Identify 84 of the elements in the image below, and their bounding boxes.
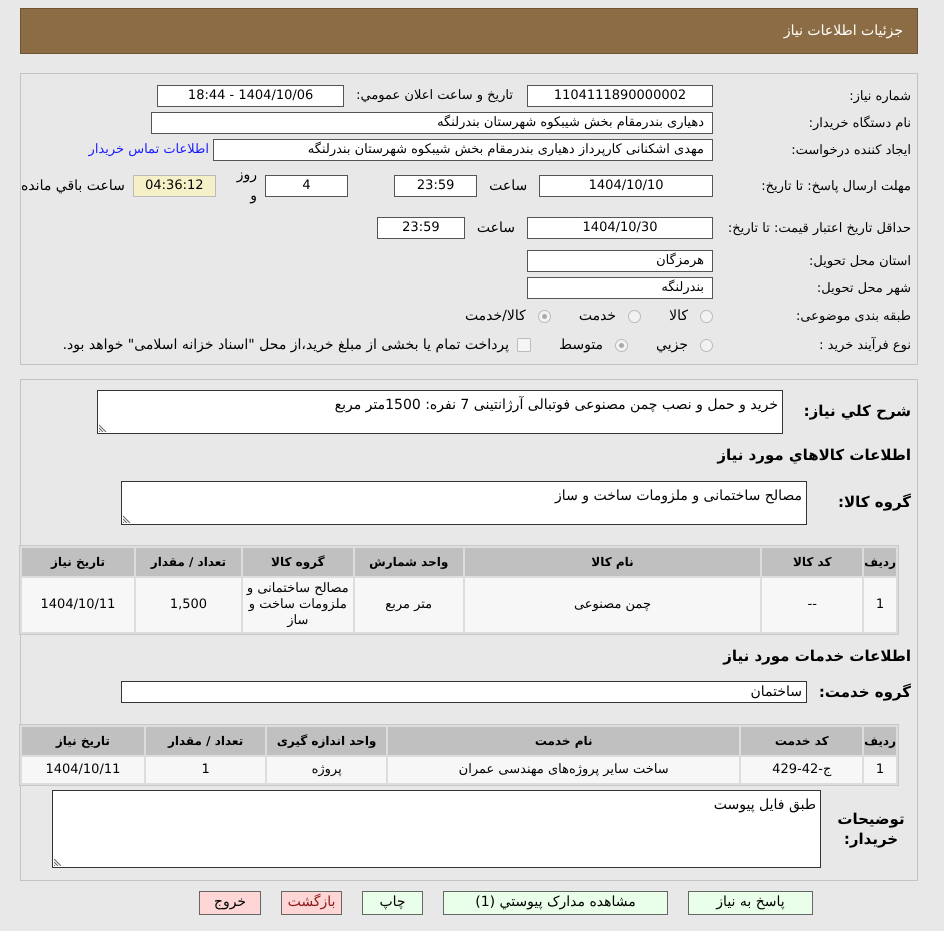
table-cell: 1	[864, 578, 896, 632]
option-label: جزيي	[656, 336, 688, 354]
radio-button[interactable]	[615, 338, 628, 352]
column-header: واحد شمارش	[354, 548, 463, 576]
table-cell: --	[762, 578, 862, 632]
contact-link[interactable]: اطلاعات تماس خریدار	[88, 140, 209, 160]
column-header: تاریخ نیاز	[22, 726, 144, 754]
option-label: کالا/خدمت	[464, 306, 526, 326]
resize-grip-icon[interactable]	[99, 424, 107, 432]
table-cell: 1,500	[136, 578, 241, 632]
option-label: متوسط	[559, 336, 604, 354]
field-label: شرح کلي نياز:	[802, 401, 911, 422]
text-area-value: خرید و حمل و نصب چمن مصنوعی فوتبالی آرژانتینی 7 نفره: 1500متر مربع	[334, 397, 778, 413]
table-cell: 1	[146, 756, 266, 782]
input-field: 1404/10/10	[539, 175, 713, 197]
column-header: نام کالا	[464, 548, 760, 576]
field-label: ساعت	[476, 218, 515, 238]
option-label: خدمت	[578, 306, 616, 326]
action-button[interactable]: بازگشت	[281, 890, 342, 914]
text-area-value: طبق فایل پیوست	[714, 796, 816, 812]
field-label: حداقل تاریخ اعتبار قیمت: تا تاریخ:	[726, 220, 911, 236]
column-header: ردیف	[864, 726, 896, 754]
radio-button[interactable]	[700, 338, 713, 352]
column-header: کد خدمت	[741, 726, 862, 754]
field-label: ساعت	[489, 176, 528, 196]
input-field: 1404/10/06 - 18:44	[157, 85, 344, 107]
checkbox[interactable]	[517, 338, 532, 352]
option-label: کالا	[669, 306, 688, 326]
table-cell: مصالح ساختمانی و ملزومات ساخت و ساز	[242, 578, 353, 632]
column-header: گروه کالا	[242, 548, 353, 576]
treasury-note: پرداخت تمام یا بخشی از مبلغ خرید،از محل "اسناد خزانه اسلامی" خواهد بود.	[62, 336, 510, 354]
table-cell: 1404/10/11	[22, 578, 134, 632]
column-header: تعداد / مقدار	[136, 548, 241, 576]
field-label: گروه کالا:	[837, 492, 911, 514]
resize-grip-icon[interactable]	[54, 858, 62, 866]
field-label: شماره نیاز:	[848, 88, 911, 104]
input-field: 1404/10/30	[527, 217, 713, 239]
field-label: گروه خدمت:	[823, 682, 911, 703]
radio-button[interactable]	[700, 310, 713, 322]
field-label: روز و	[235, 166, 257, 206]
table-cell: 1	[864, 756, 896, 782]
field-label: تاریخ و ساعت اعلان عمومي:	[356, 87, 513, 106]
input-field: 1104111890000002	[527, 85, 713, 107]
table-cell: 1404/10/11	[22, 756, 144, 782]
column-header: نام خدمت	[388, 726, 740, 754]
column-header: تاریخ نیاز	[22, 548, 134, 576]
input-field: 23:59	[376, 217, 465, 239]
field-label: توضیحات خریدار:	[836, 808, 906, 848]
input-field: بندرلنگه	[527, 277, 713, 299]
radio-button[interactable]	[538, 310, 551, 322]
action-button[interactable]: مشاهده مدارک پیوستي (1)	[443, 890, 668, 914]
column-header: کد کالا	[762, 548, 862, 576]
page-title: جزئیات اطلاعات نیاز	[784, 22, 903, 40]
text-area-value: مصالح ساختمانی و ملزومات ساخت و ساز	[555, 488, 802, 504]
table-cell: پروژه	[267, 756, 386, 782]
action-button[interactable]: خروج	[199, 890, 261, 914]
action-button[interactable]: چاپ	[362, 890, 423, 914]
input-field: 4	[265, 175, 348, 197]
table-cell: ج-42-429	[741, 756, 862, 782]
table-cell: چمن مصنوعی	[464, 578, 760, 632]
column-header: ردیف	[864, 548, 896, 576]
field-label: ایجاد کننده درخواست:	[790, 142, 911, 158]
section-heading: اطلاعات کالاهاي مورد نياز	[716, 445, 911, 466]
field-label: طبقه بندی موضوعی:	[794, 308, 911, 324]
input-field: 23:59	[394, 175, 478, 197]
field-label: نوع فرآیند خرید :	[818, 336, 911, 354]
input-field: مهدی اشکنانی کارپرداز دهیاری بندرمقام بخش شیبکوه شهرستان بندرلنگه	[213, 139, 713, 161]
column-header: واحد اندازه گیری	[267, 726, 386, 754]
input-field: دهیاری بندرمقام بخش شیبکوه شهرستان بندرلنگه	[151, 112, 713, 134]
resize-grip-icon[interactable]	[123, 514, 131, 522]
table-cell: ساخت سایر پروژه‌های مهندسی عمران	[388, 756, 740, 782]
column-header: تعداد / مقدار	[146, 726, 266, 754]
field-label: مهلت ارسال پاسخ: تا تاریخ:	[760, 178, 911, 194]
field-label: ساعت باقي مانده	[20, 176, 125, 196]
section-heading: اطلاعات خدمات مورد نياز	[722, 646, 911, 667]
radio-button[interactable]	[628, 310, 642, 322]
field-label: نام دستگاه خریدار:	[808, 114, 911, 132]
field-label: استان محل تحویل:	[808, 252, 911, 270]
table-cell: متر مربع	[354, 578, 463, 632]
field-label: شهر محل تحویل:	[816, 280, 911, 296]
action-button[interactable]: پاسخ به نیاز	[688, 890, 813, 914]
input-field: 04:36:12	[132, 175, 216, 197]
input-field: هرمزگان	[527, 250, 713, 272]
text-area-value: ساختمان	[750, 682, 802, 702]
